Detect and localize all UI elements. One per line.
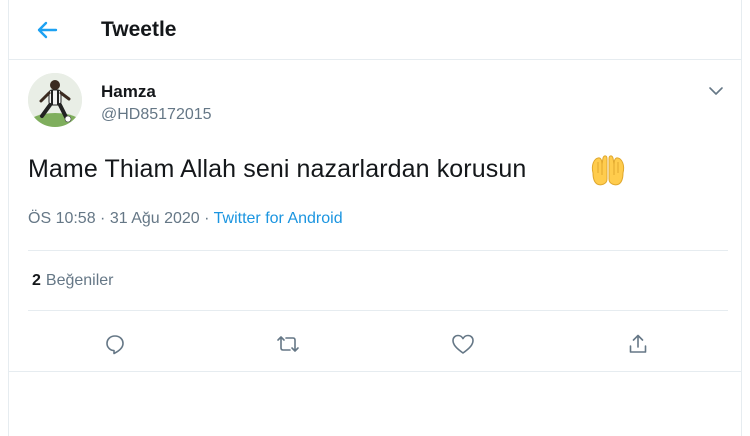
like-button[interactable]	[446, 327, 480, 361]
likes-label: Beğeniler	[45, 272, 114, 289]
tweet-source-link[interactable]: Twitter for Android	[214, 210, 343, 227]
avatar-image	[28, 73, 82, 127]
page-title: Tweetle	[101, 18, 177, 41]
arrow-left-icon	[37, 21, 58, 39]
palms-up-together-emoji	[591, 155, 625, 186]
reply-button[interactable]	[98, 327, 132, 361]
likes-count: 2	[32, 272, 41, 289]
tweet-meta: ÖS 10:58 · 31 Ağu 2020 · Twitter for And…	[28, 210, 343, 228]
likes-link[interactable]: 2 Beğeniler	[32, 272, 114, 290]
tweet-date[interactable]: 31 Ağu 2020	[110, 210, 200, 227]
tweet-text: Mame Thiam Allah seni nazarlardan korusu…	[28, 155, 527, 183]
retweet-icon	[277, 336, 299, 352]
chevron-down-icon	[709, 87, 723, 95]
user-handle[interactable]: @HD85172015	[101, 106, 212, 124]
retweet-button[interactable]	[271, 327, 305, 361]
display-name[interactable]: Hamza	[101, 82, 156, 102]
avatar[interactable]	[28, 73, 82, 127]
back-button[interactable]	[31, 14, 63, 46]
more-options-button[interactable]	[703, 78, 729, 104]
divider	[28, 310, 728, 311]
share-button[interactable]	[621, 327, 655, 361]
bottom-divider	[9, 371, 741, 372]
tweet-page: Tweetle Hamza @HD85172015 Mame Thiam All…	[8, 0, 742, 436]
comment-icon	[106, 335, 124, 355]
share-icon	[629, 334, 647, 353]
tweet-time[interactable]: ÖS 10:58	[28, 210, 96, 227]
heart-icon	[452, 334, 474, 354]
meta-separator: ·	[95, 210, 110, 227]
meta-separator-2: ·	[199, 210, 214, 227]
top-bar: Tweetle	[9, 0, 741, 60]
divider	[28, 250, 728, 251]
